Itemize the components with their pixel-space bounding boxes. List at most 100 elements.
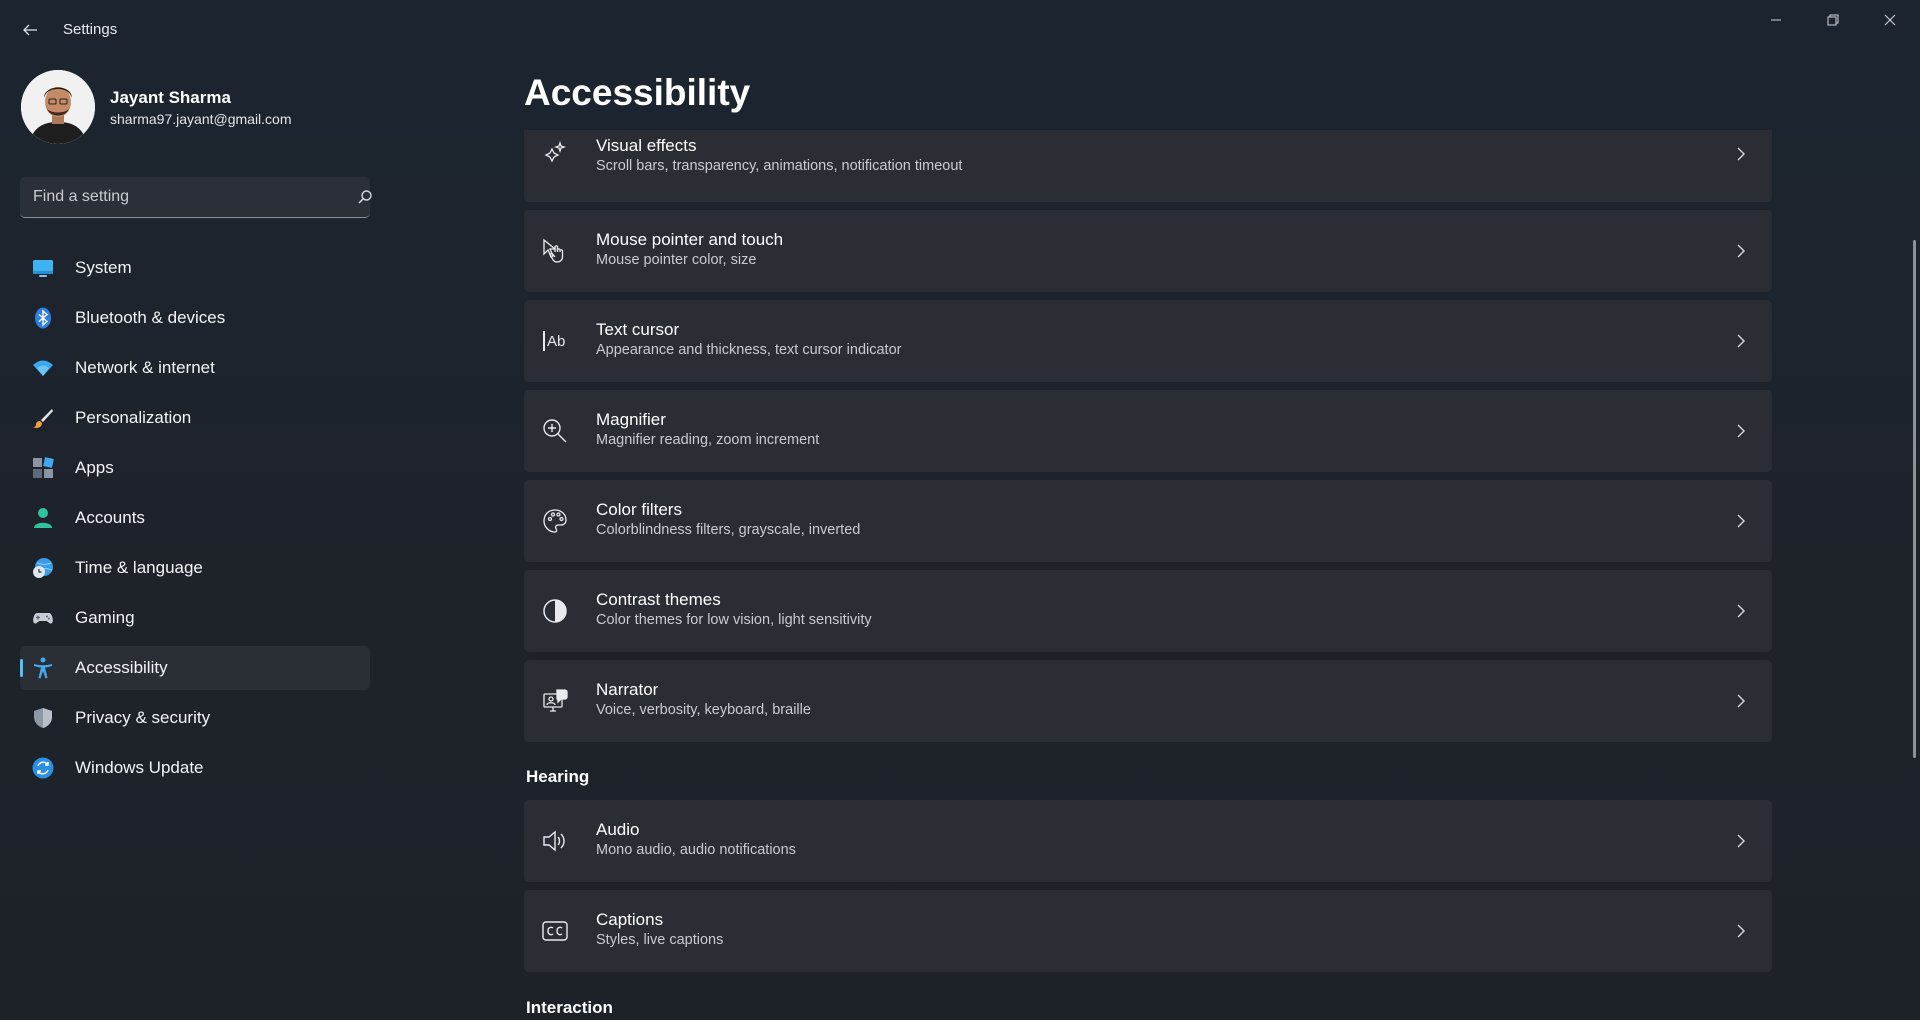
user-photo-icon xyxy=(21,70,95,144)
restore-button[interactable] xyxy=(1805,0,1861,40)
card-subtitle: Scroll bars, transparency, animations, n… xyxy=(596,158,963,174)
sidebar-item-label: Gaming xyxy=(75,608,135,627)
sidebar-item-apps[interactable]: Apps xyxy=(20,446,370,490)
card-title: Mouse pointer and touch xyxy=(596,230,784,249)
sidebar-item-bluetooth[interactable]: Bluetooth & devices xyxy=(20,296,370,340)
section-heading-interaction: Interaction xyxy=(526,998,613,1017)
chevron-right-icon xyxy=(1737,334,1745,348)
user-email: sharma97.jayant@gmail.com xyxy=(110,111,292,127)
sidebar-item-personalization[interactable]: Personalization xyxy=(20,396,370,440)
card-title: Magnifier xyxy=(596,410,666,429)
back-arrow-icon xyxy=(23,24,37,36)
sidebar-item-label: Accounts xyxy=(75,508,145,527)
card-subtitle: Mono audio, audio notifications xyxy=(596,842,796,858)
app-title: Settings xyxy=(63,21,118,38)
chevron-right-icon xyxy=(1737,514,1745,528)
card-title: Narrator xyxy=(596,680,659,699)
sidebar-item-accounts[interactable]: Accounts xyxy=(20,496,370,540)
sidebar-item-system[interactable]: System xyxy=(20,246,370,290)
title-bar: Settings xyxy=(0,0,1920,60)
card-title: Visual effects xyxy=(596,136,697,155)
chevron-right-icon xyxy=(1737,147,1745,161)
search-icon[interactable] xyxy=(357,189,373,205)
scrollbar-thumb[interactable] xyxy=(1913,240,1916,758)
minimize-icon xyxy=(1771,19,1781,21)
sidebar-item-label: Windows Update xyxy=(75,758,204,777)
back-button[interactable] xyxy=(14,14,46,46)
close-icon xyxy=(1884,14,1896,26)
minimize-button[interactable] xyxy=(1748,0,1804,40)
apps-icon xyxy=(32,457,54,479)
text-cursor-card[interactable]: Ab Text cursor Appearance and thickness,… xyxy=(524,300,1772,382)
search-input[interactable] xyxy=(20,177,330,217)
card-title: Captions xyxy=(596,910,664,929)
card-subtitle: Magnifier reading, zoom increment xyxy=(596,432,820,448)
card-title: Color filters xyxy=(596,500,682,519)
sidebar-item-windows-update[interactable]: Windows Update xyxy=(20,746,370,790)
sidebar-item-gaming[interactable]: Gaming xyxy=(20,596,370,640)
contrast-themes-card[interactable]: Contrast themes Color themes for low vis… xyxy=(524,570,1772,652)
visual-effects-card[interactable]: Visual effects Scroll bars, transparency… xyxy=(524,130,1772,202)
chevron-right-icon xyxy=(1737,834,1745,848)
sidebar-item-label: Time & language xyxy=(75,558,203,577)
sidebar-item-label: System xyxy=(75,258,132,277)
accounts-icon xyxy=(32,507,54,529)
bluetooth-icon xyxy=(32,307,54,329)
card-subtitle: Appearance and thickness, text cursor in… xyxy=(596,342,902,358)
accessibility-icon xyxy=(32,657,54,679)
card-title: Text cursor xyxy=(596,320,680,339)
narrator-card[interactable]: Narrator Voice, verbosity, keyboard, bra… xyxy=(524,660,1772,742)
sidebar-item-label: Accessibility xyxy=(75,658,168,677)
mouse-pointer-card[interactable]: Mouse pointer and touch Mouse pointer co… xyxy=(524,210,1772,292)
captions-icon xyxy=(542,918,568,944)
contrast-icon xyxy=(542,598,568,624)
card-title: Audio xyxy=(596,820,640,839)
sidebar-item-time-language[interactable]: Time & language xyxy=(20,546,370,590)
captions-card[interactable]: Captions Styles, live captions xyxy=(524,890,1772,972)
sidebar-item-accessibility[interactable]: Accessibility xyxy=(20,646,370,690)
sidebar-nav: System Bluetooth & devices Network & int… xyxy=(20,246,370,796)
color-filters-card[interactable]: Color filters Colorblindness filters, gr… xyxy=(524,480,1772,562)
close-button[interactable] xyxy=(1862,0,1918,40)
sidebar-item-label: Apps xyxy=(75,458,114,477)
sidebar-item-privacy[interactable]: Privacy & security xyxy=(20,696,370,740)
chevron-right-icon xyxy=(1737,604,1745,618)
narrator-icon xyxy=(542,688,568,714)
palette-icon xyxy=(542,508,568,534)
sidebar-item-label: Personalization xyxy=(75,408,192,427)
card-subtitle: Mouse pointer color, size xyxy=(596,252,757,268)
chevron-right-icon xyxy=(1737,694,1745,708)
page-title: Accessibility xyxy=(524,72,751,113)
card-subtitle: Color themes for low vision, light sensi… xyxy=(596,612,872,628)
zoom-in-icon xyxy=(542,418,568,444)
brush-icon xyxy=(32,407,54,429)
speaker-icon xyxy=(542,828,568,854)
svg-text:Ab: Ab xyxy=(547,333,565,350)
globe-clock-icon xyxy=(32,557,54,579)
card-subtitle: Voice, verbosity, keyboard, braille xyxy=(596,702,811,718)
section-heading-hearing: Hearing xyxy=(526,767,590,786)
audio-card[interactable]: Audio Mono audio, audio notifications xyxy=(524,800,1772,882)
magnifier-card[interactable]: Magnifier Magnifier reading, zoom increm… xyxy=(524,390,1772,472)
card-subtitle: Styles, live captions xyxy=(596,932,724,948)
chevron-right-icon xyxy=(1737,244,1745,258)
chevron-right-icon xyxy=(1737,924,1745,938)
sidebar-item-label: Network & internet xyxy=(75,358,215,377)
sidebar-item-label: Privacy & security xyxy=(75,708,211,727)
pointer-touch-icon xyxy=(542,238,568,264)
user-name: Jayant Sharma xyxy=(110,88,231,107)
restore-icon xyxy=(1827,14,1839,26)
avatar[interactable] xyxy=(21,70,95,144)
gamepad-icon xyxy=(32,607,54,629)
search-box[interactable] xyxy=(20,177,373,218)
system-icon xyxy=(32,257,54,279)
sparkle-icon xyxy=(542,140,568,166)
chevron-right-icon xyxy=(1737,424,1745,438)
shield-icon xyxy=(32,707,54,729)
text-cursor-icon: Ab xyxy=(542,328,568,354)
sidebar-item-label: Bluetooth & devices xyxy=(75,308,226,327)
sidebar-item-network[interactable]: Network & internet xyxy=(20,346,370,390)
settings-list: Visual effects Scroll bars, transparency… xyxy=(524,130,1772,1020)
wifi-icon xyxy=(32,357,54,379)
card-subtitle: Colorblindness filters, grayscale, inver… xyxy=(596,522,861,538)
